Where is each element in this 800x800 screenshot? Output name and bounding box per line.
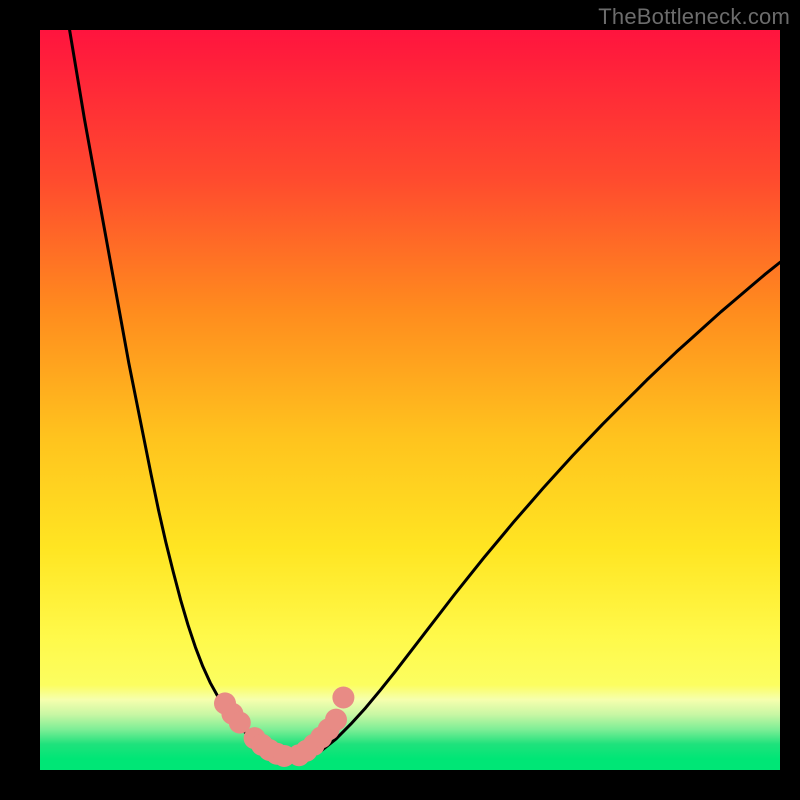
data-marker [332,686,354,708]
chart-svg [40,30,780,770]
data-marker [325,709,347,731]
chart-container: TheBottleneck.com [0,0,800,800]
gradient-background [40,30,780,770]
plot-area [40,30,780,770]
watermark-text: TheBottleneck.com [598,4,790,30]
